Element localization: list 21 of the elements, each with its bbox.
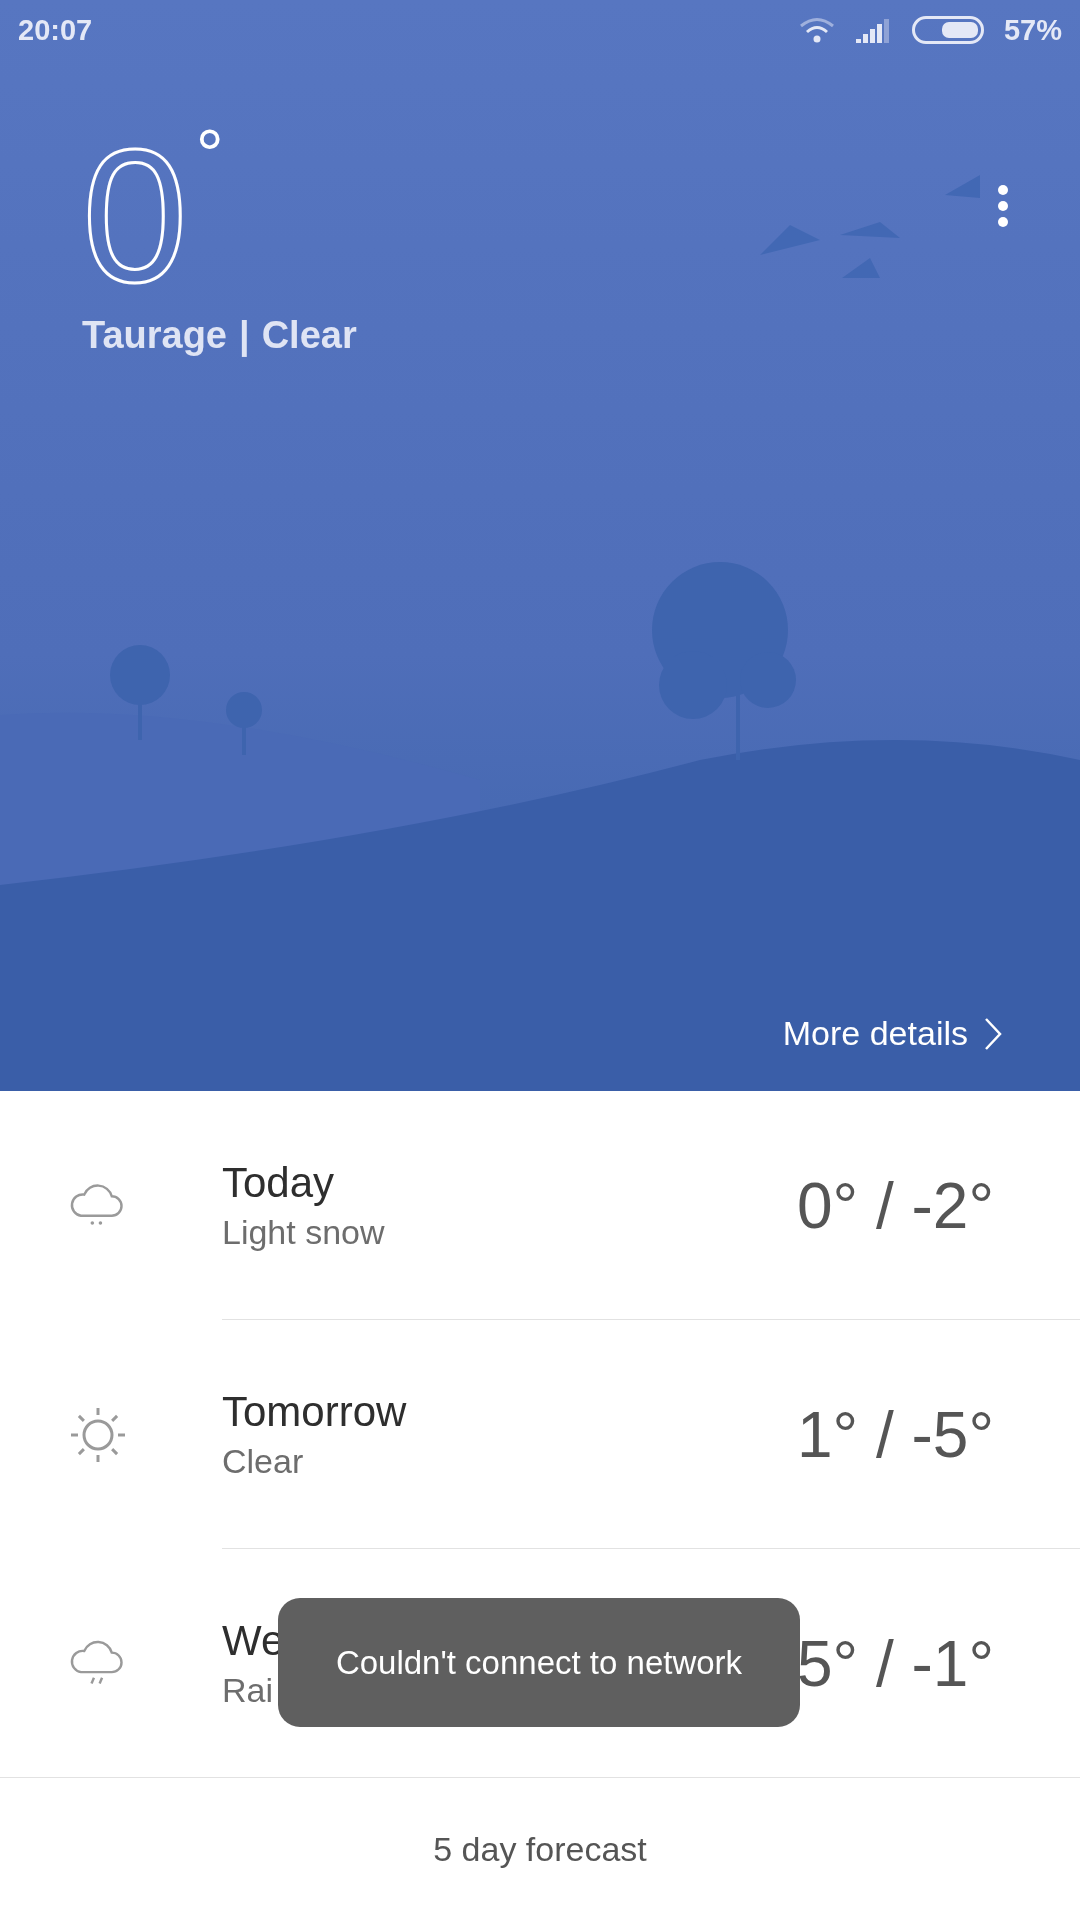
menu-icon[interactable]	[996, 184, 1010, 228]
forecast-condition: Rai	[222, 1671, 274, 1710]
status-time: 20:07	[18, 13, 93, 47]
forecast-temperatures: 1° / -5°	[796, 1397, 994, 1472]
toast-message: Couldn't connect to network	[278, 1598, 800, 1727]
forecast-condition: Light snow	[222, 1213, 385, 1252]
forecast-temperatures: 0° / -2°	[796, 1168, 994, 1243]
chevron-right-icon	[984, 1016, 1002, 1051]
degree-symbol: °	[195, 120, 224, 190]
separator: |	[239, 314, 250, 357]
city-name: Taurage	[82, 314, 227, 357]
more-details-link[interactable]: More details	[782, 1014, 1002, 1053]
forecast-condition: Clear	[222, 1442, 304, 1481]
forecast-day: Tomorrow	[222, 1388, 407, 1436]
current-condition: Clear	[261, 314, 357, 357]
current-temperature: 0	[82, 120, 188, 310]
signal-icon	[855, 17, 892, 43]
battery-percent: 57%	[1003, 13, 1062, 47]
five-day-forecast-button[interactable]: 5 day forecast	[423, 1819, 657, 1879]
forecast-day: Today	[222, 1159, 335, 1207]
battery-icon	[911, 16, 984, 44]
